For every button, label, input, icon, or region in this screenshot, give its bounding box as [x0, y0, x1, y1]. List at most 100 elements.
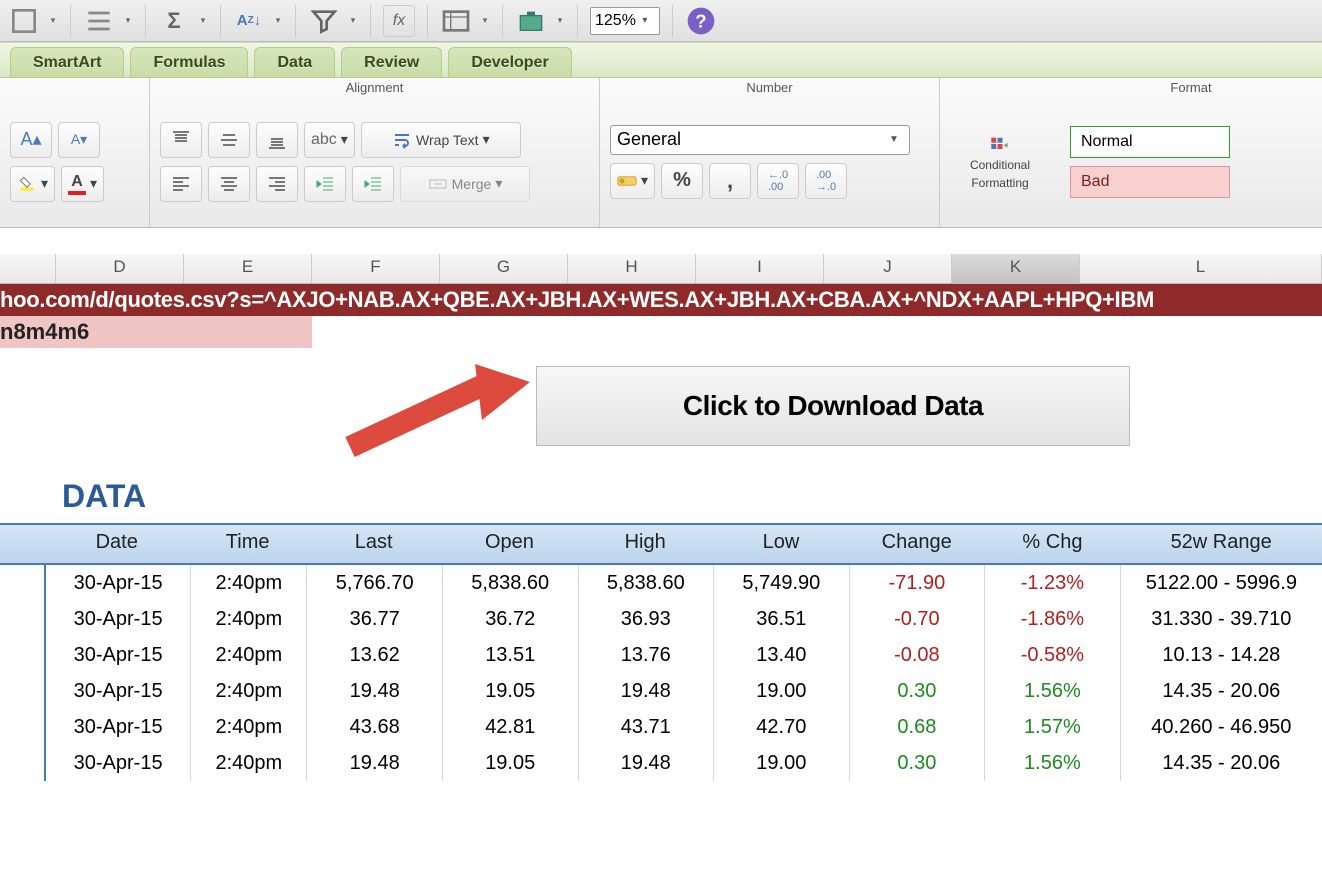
col-header-high[interactable]: High	[577, 525, 713, 563]
cell[interactable]: 43.68	[307, 709, 443, 745]
cell[interactable]: 30-Apr-15	[46, 565, 191, 601]
increase-font-icon[interactable]: A▴	[10, 122, 52, 158]
cell[interactable]: 42.81	[443, 709, 579, 745]
cell[interactable]: 5,838.60	[579, 565, 715, 601]
align-center-icon[interactable]	[208, 166, 250, 202]
chevron-down-icon[interactable]: ▾	[636, 15, 654, 26]
cell[interactable]: 36.51	[714, 601, 850, 637]
cell[interactable]: 13.76	[579, 637, 715, 673]
chevron-down-icon[interactable]: ▾	[273, 16, 283, 26]
cell[interactable]: 13.51	[443, 637, 579, 673]
cell[interactable]: 5,766.70	[307, 565, 443, 601]
cell[interactable]: 2:40pm	[191, 709, 307, 745]
fx-icon[interactable]: fx	[383, 5, 415, 37]
chevron-down-icon[interactable]: ▾	[198, 16, 208, 26]
cell[interactable]: 2:40pm	[191, 673, 307, 709]
col-header-low[interactable]: Low	[713, 525, 849, 563]
chevron-down-icon[interactable]: ▾	[48, 16, 58, 26]
column-header-selected[interactable]: K	[952, 254, 1080, 283]
col-header-last[interactable]: Last	[306, 525, 442, 563]
column-header[interactable]: L	[1080, 254, 1322, 283]
col-header-open[interactable]: Open	[442, 525, 578, 563]
col-header-time[interactable]: Time	[189, 525, 305, 563]
spreadsheet-grid[interactable]: D E F G H I J K L hoo.com/d/quotes.csv?s…	[0, 228, 1322, 781]
currency-icon[interactable]: ▾	[610, 163, 655, 199]
chevron-down-icon[interactable]: ▾	[555, 16, 565, 26]
col-header-range[interactable]: 52w Range	[1120, 525, 1322, 563]
cell[interactable]: 30-Apr-15	[46, 745, 191, 781]
cell[interactable]: 31.330 - 39.710	[1121, 601, 1322, 637]
cell[interactable]: 19.48	[307, 745, 443, 781]
column-header[interactable]: I	[696, 254, 824, 283]
orientation-icon[interactable]: abc▾	[304, 122, 355, 158]
increase-decimal-icon[interactable]: ←.0.00	[757, 163, 799, 199]
cell[interactable]: 13.62	[307, 637, 443, 673]
align-top-icon[interactable]	[160, 122, 202, 158]
cell[interactable]: 5,749.90	[714, 565, 850, 601]
cell[interactable]: 19.48	[307, 673, 443, 709]
cell[interactable]: 0.68	[850, 709, 986, 745]
cell[interactable]: -1.23%	[985, 565, 1121, 601]
cell[interactable]: -0.70	[850, 601, 986, 637]
toolbox-icon[interactable]	[515, 5, 547, 37]
cell[interactable]: 30-Apr-15	[46, 601, 191, 637]
cell[interactable]: 19.00	[714, 673, 850, 709]
col-header-pchg[interactable]: % Chg	[985, 525, 1121, 563]
align-bottom-icon[interactable]	[256, 122, 298, 158]
cell[interactable]: 36.93	[579, 601, 715, 637]
cell[interactable]: 1.56%	[985, 745, 1121, 781]
increase-indent-icon[interactable]	[352, 166, 394, 202]
decrease-decimal-icon[interactable]: .00→.0	[805, 163, 847, 199]
cell[interactable]: -71.90	[850, 565, 986, 601]
cell[interactable]: 5122.00 - 5996.9	[1121, 565, 1322, 601]
cell[interactable]: 43.71	[579, 709, 715, 745]
decrease-indent-icon[interactable]	[304, 166, 346, 202]
fill-color-icon[interactable]: ▾	[10, 166, 55, 202]
column-header[interactable]: E	[184, 254, 312, 283]
number-format-dropdown[interactable]: General ▼	[610, 125, 910, 155]
toolbar-btn[interactable]	[83, 5, 115, 37]
table-row[interactable]: 30-Apr-152:40pm5,766.705,838.605,838.605…	[46, 565, 1322, 601]
cell-style-normal[interactable]: Normal	[1070, 126, 1230, 158]
cell[interactable]: 0.30	[850, 673, 986, 709]
cell[interactable]: 2:40pm	[191, 565, 307, 601]
help-icon[interactable]: ?	[685, 5, 717, 37]
cell[interactable]: 19.48	[579, 673, 715, 709]
cell[interactable]: 5,838.60	[443, 565, 579, 601]
chevron-down-icon[interactable]: ▾	[348, 16, 358, 26]
percent-icon[interactable]: %	[661, 163, 703, 199]
column-header[interactable]: D	[56, 254, 184, 283]
column-header[interactable]	[0, 254, 56, 283]
tab-data[interactable]: Data	[254, 47, 335, 77]
cell[interactable]: 2:40pm	[191, 601, 307, 637]
decrease-font-icon[interactable]: A▾	[58, 122, 100, 158]
sort-icon[interactable]: AZ↓	[233, 5, 265, 37]
cell[interactable]: 30-Apr-15	[46, 637, 191, 673]
merge-button[interactable]: Merge▾	[400, 166, 530, 202]
col-header-date[interactable]: Date	[44, 525, 189, 563]
autosum-icon[interactable]: Σ	[158, 5, 190, 37]
cell[interactable]: 0.30	[850, 745, 986, 781]
cell[interactable]: -0.08	[850, 637, 986, 673]
col-header-change[interactable]: Change	[849, 525, 985, 563]
font-color-icon[interactable]: A▾	[61, 166, 104, 202]
comma-icon[interactable]: ,	[709, 163, 751, 199]
cell[interactable]: 2:40pm	[191, 745, 307, 781]
column-header[interactable]: J	[824, 254, 952, 283]
cell[interactable]: 40.260 - 46.950	[1121, 709, 1322, 745]
tab-developer[interactable]: Developer	[448, 47, 571, 77]
cell[interactable]: 19.05	[443, 673, 579, 709]
cell[interactable]: 19.05	[443, 745, 579, 781]
show-icon[interactable]	[440, 5, 472, 37]
cell[interactable]: 13.40	[714, 637, 850, 673]
cell[interactable]: 2:40pm	[191, 637, 307, 673]
cell[interactable]: 30-Apr-15	[46, 673, 191, 709]
align-right-icon[interactable]	[256, 166, 298, 202]
tab-formulas[interactable]: Formulas	[130, 47, 248, 77]
cell[interactable]: 36.72	[443, 601, 579, 637]
filter-icon[interactable]	[308, 5, 340, 37]
cell[interactable]: 10.13 - 14.28	[1121, 637, 1322, 673]
table-row[interactable]: 30-Apr-152:40pm43.6842.8143.7142.700.681…	[46, 709, 1322, 745]
zoom-input[interactable]: 125% ▾	[590, 7, 660, 35]
cell[interactable]: 42.70	[714, 709, 850, 745]
